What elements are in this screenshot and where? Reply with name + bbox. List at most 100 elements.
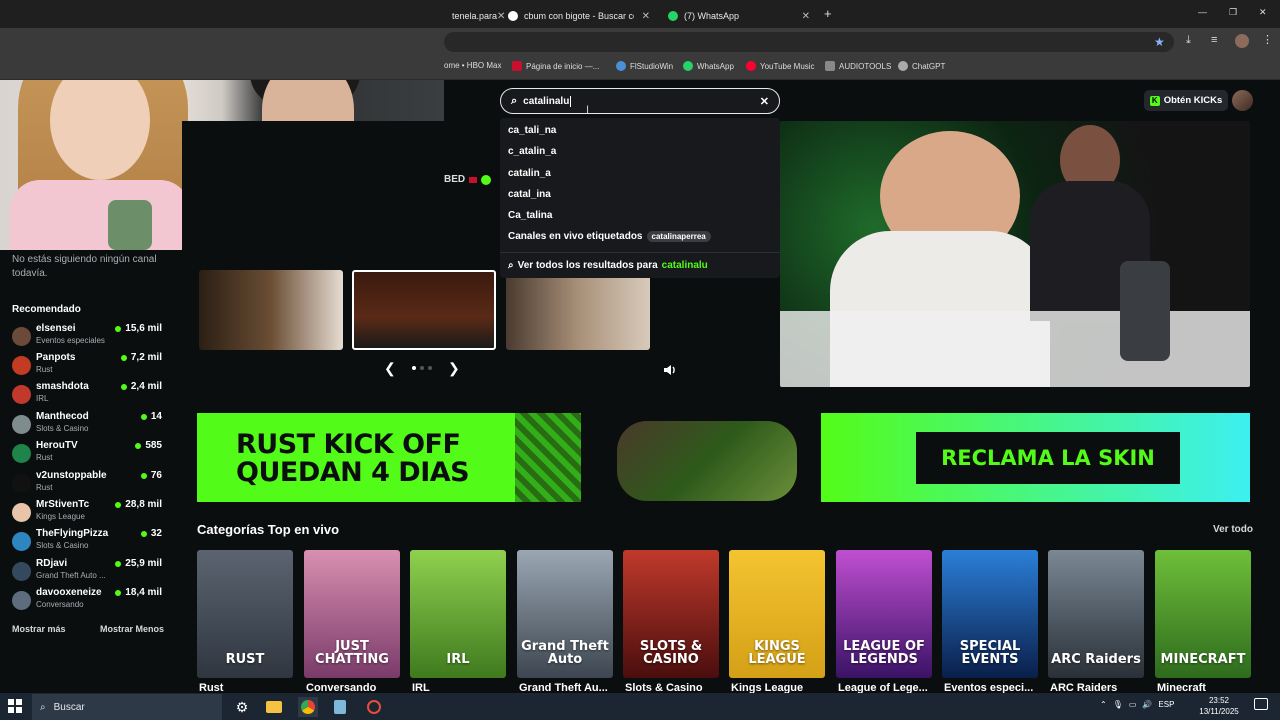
whatsapp-icon <box>683 61 693 71</box>
category-card-0[interactable]: RUST <box>197 550 293 678</box>
clear-search-button[interactable]: ✕ <box>760 95 769 108</box>
download-icon[interactable]: ⤓ <box>1186 34 1191 47</box>
taskbar-search-label: Buscar <box>53 701 85 713</box>
browser-menu-icon[interactable]: ⋮ <box>1262 33 1273 46</box>
tag-pill[interactable]: catalinaperrea <box>646 231 711 242</box>
search-icon: ⌕ <box>40 701 46 713</box>
category-card-5[interactable]: KINGS LEAGUE <box>729 550 825 678</box>
microphone-icon[interactable]: 🎙 <box>1113 700 1123 709</box>
language-indicator[interactable]: ESP <box>1158 700 1174 709</box>
channel-name: davooxeneize <box>36 587 102 598</box>
suggestion-item[interactable]: catalin_a <box>508 168 551 179</box>
whatsapp-icon <box>668 11 678 21</box>
sidebar-channel-elsensei[interactable]: elsensei Eventos especiales 15,6 mil <box>12 323 162 351</box>
category-card-8[interactable]: ARC Raiders <box>1048 550 1144 678</box>
taskbar-search[interactable]: ⌕ Buscar <box>32 694 222 720</box>
bookmark-inicio[interactable]: Página de inicio —... <box>512 61 599 71</box>
category-card-1[interactable]: JUST CHATTING <box>304 550 400 678</box>
viewer-count-text: 585 <box>145 440 162 451</box>
record-icon[interactable] <box>364 697 384 717</box>
tab-whatsapp[interactable]: (7) WhatsApp ✕ <box>660 4 818 28</box>
category-art-text: MINECRAFT <box>1160 652 1246 667</box>
media-control-icon[interactable]: ≡ <box>1211 34 1217 46</box>
bookmark-hbo[interactable]: ome • HBO Max <box>444 61 501 70</box>
close-icon[interactable]: ✕ <box>802 11 810 22</box>
category-card-3[interactable]: Grand Theft Auto <box>517 550 613 678</box>
tagged-live-channels[interactable]: Canales en vivo etiquetados catalinaperr… <box>508 231 711 242</box>
show-less-button[interactable]: Mostrar Menos <box>100 624 164 634</box>
suggestion-item[interactable]: catal_ina <box>508 189 551 200</box>
carousel-next-button[interactable]: ❯ <box>448 360 460 377</box>
sidebar-channel-smashdota[interactable]: smashdota IRL 2,4 mil <box>12 381 162 409</box>
sidebar-channel-davooxeneize[interactable]: davooxeneize Conversando 18,4 mil <box>12 587 162 615</box>
avatar <box>12 474 31 493</box>
sidebar-channel-v2unstoppable[interactable]: v2unstoppable Rust 76 <box>12 470 162 498</box>
get-kicks-button[interactable]: K Obtén KICKs <box>1144 90 1228 111</box>
suggestion-item[interactable]: ca_tali_na <box>508 125 556 136</box>
chrome-icon[interactable] <box>298 697 318 717</box>
gear-icon[interactable]: ⚙ <box>232 697 252 717</box>
see-all-results-link[interactable]: ⌕ Ver todos los resultados para catalina… <box>508 260 708 271</box>
category-card-7[interactable]: SPECIAL EVENTS <box>942 550 1038 678</box>
clock[interactable]: 23:52 13/11/2025 <box>1196 695 1242 717</box>
suggestion-item[interactable]: Ca_talina <box>508 210 552 221</box>
notification-icon[interactable] <box>1254 698 1268 710</box>
tab-google-search[interactable]: cbum con bigote - Buscar con G ✕ <box>500 4 658 28</box>
user-avatar[interactable] <box>1232 90 1253 111</box>
show-more-button[interactable]: Mostrar más <box>12 624 66 634</box>
network-icon[interactable]: ▭ <box>1129 700 1137 709</box>
category-card-2[interactable]: IRL <box>410 550 506 678</box>
browser-profile-avatar[interactable] <box>1235 34 1249 48</box>
sidebar-channel-heroutv[interactable]: HerouTV Rust 585 <box>12 440 162 468</box>
carousel-prev-button[interactable]: ❮ <box>384 360 396 377</box>
carousel-thumbnail[interactable] <box>506 270 650 350</box>
search-icon: ⌕ <box>511 94 518 107</box>
viewer-count: 14 <box>140 411 162 422</box>
featured-stream-video[interactable] <box>780 121 1250 387</box>
bookmark-chatgpt[interactable]: ChatGPT <box>898 61 945 71</box>
tab-tenela[interactable]: tenela.para ✕ <box>444 4 505 28</box>
no-follow-message: No estás siguiendo ningún canal todavía. <box>12 254 157 279</box>
avatar <box>12 532 31 551</box>
close-window-button[interactable]: ✕ <box>1259 7 1267 18</box>
omnibox[interactable] <box>444 32 1174 52</box>
new-tab-button[interactable]: + <box>824 6 832 21</box>
viewer-count: 585 <box>135 440 162 451</box>
category-art-text: SLOTS & CASINO <box>639 639 703 667</box>
bookmark-flstudio[interactable]: FlStudioWin <box>616 61 673 71</box>
windows-start-icon[interactable] <box>8 699 22 713</box>
sidebar-channel-theflyingpizza[interactable]: TheFlyingPizza Slots & Casino 32 <box>12 528 162 556</box>
sidebar-channel-panpots[interactable]: Panpots Rust 7,2 mil <box>12 352 162 380</box>
restore-button[interactable]: ❐ <box>1229 7 1237 18</box>
carousel-thumbnail-active[interactable] <box>352 270 496 350</box>
bookmark-star-icon[interactable]: ★ <box>1154 35 1165 49</box>
see-all-categories-link[interactable]: Ver todo <box>1213 524 1253 535</box>
close-icon[interactable]: ✕ <box>642 11 650 22</box>
category-card-6[interactable]: LEAGUE OF LEGENDS <box>836 550 932 678</box>
bookmark-whatsapp[interactable]: WhatsApp <box>683 61 734 71</box>
volume-icon[interactable] <box>662 362 678 383</box>
bookmark-youtube-music[interactable]: YouTube Music <box>746 61 815 71</box>
sidebar-channel-rdjavi[interactable]: RDjavi Grand Theft Auto ... 25,9 mil <box>12 558 162 586</box>
bookmark-audiotools[interactable]: AUDIOTOOLS <box>825 61 891 71</box>
app-icon[interactable] <box>330 697 350 717</box>
chevron-up-icon[interactable]: ⌃ <box>1100 700 1107 709</box>
claim-skin-button[interactable]: RECLAMA LA SKIN <box>916 432 1180 484</box>
suggestion-item[interactable]: c_atalin_a <box>508 146 556 157</box>
category-card-4[interactable]: SLOTS & CASINO <box>623 550 719 678</box>
banner-line-1: RUST KICK OFF <box>236 429 461 460</box>
sidebar-channel-mrstiventc[interactable]: MrStivenTc Kings League 28,8 mil <box>12 499 162 527</box>
bookmark-label: ome • HBO Max <box>444 61 502 70</box>
channel-category: Rust <box>36 365 53 374</box>
viewer-count-text: 7,2 mil <box>130 352 162 363</box>
carousel-thumbnail[interactable] <box>199 270 343 350</box>
viewer-count: 25,9 mil <box>115 558 162 569</box>
volume-icon[interactable]: 🔊 <box>1142 700 1152 709</box>
sidebar-channel-manthecod[interactable]: Manthecod Slots & Casino 14 <box>12 411 162 439</box>
category-card-9[interactable]: MINECRAFT <box>1155 550 1251 678</box>
folder-icon[interactable] <box>264 697 284 717</box>
search-input[interactable]: ⌕ catalinalu ✕ <box>500 88 780 114</box>
minimize-button[interactable]: — <box>1198 7 1207 17</box>
viewer-count-text: 25,9 mil <box>125 558 162 569</box>
banner-line-2: QUEDAN 4 DIAS <box>236 457 470 488</box>
